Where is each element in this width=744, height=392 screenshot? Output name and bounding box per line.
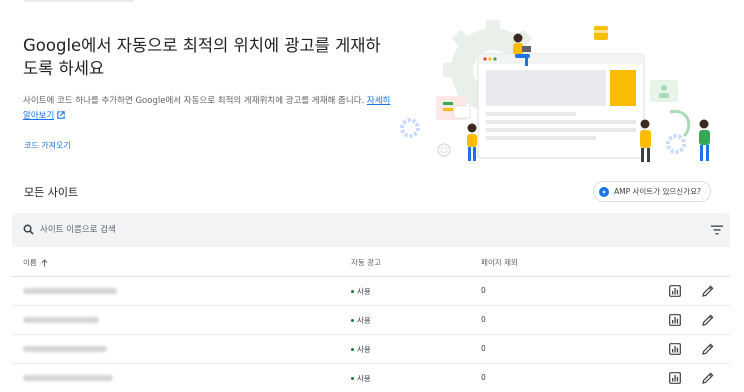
status-dot-icon <box>351 348 354 351</box>
bar-chart-icon[interactable] <box>669 314 681 326</box>
site-name-redacted <box>23 288 117 294</box>
sites-table-header: 이름 자동 광고 페이지 제외 <box>12 247 730 277</box>
page-title: Google에서 자동으로 최적의 위치에 광고를 게재하도록 하세요 <box>23 36 381 78</box>
person-left-illustration <box>467 123 477 161</box>
column-header-page-exclusions: 페이지 제외 <box>481 258 518 267</box>
page-exclusions-count: 0 <box>481 286 486 295</box>
status-label: 사용 <box>357 287 371 296</box>
page-exclusions-count: 0 <box>481 315 486 324</box>
amp-sites-chip[interactable]: AMP 사이트가 있으신가요? <box>593 181 711 202</box>
column-name-label: 이름 <box>23 258 37 267</box>
bar-chart-icon[interactable] <box>669 285 681 297</box>
page-exclusions-count: 0 <box>481 373 486 382</box>
amp-bolt-icon <box>599 186 609 197</box>
status-dot-icon <box>351 377 354 380</box>
site-name-redacted <box>23 375 113 381</box>
amp-chip-label: AMP 사이트가 있으신가요? <box>614 187 701 196</box>
auto-ads-status: 사용 <box>351 344 371 355</box>
browser-window-illustration <box>477 53 645 159</box>
site-row[interactable]: 사용 0 <box>12 364 730 392</box>
site-name-redacted <box>23 346 107 352</box>
auto-ads-status: 사용 <box>351 286 371 297</box>
pencil-icon[interactable] <box>702 372 714 384</box>
person-middle-illustration <box>640 119 651 162</box>
open-in-new-icon[interactable] <box>57 111 66 119</box>
hero-description-text: 사이트에 코드 하나를 추가하면 Google에서 자동으로 최적의 게재위치에… <box>23 96 365 106</box>
gift-box-illustration <box>594 26 608 40</box>
section-title: 모든 사이트 <box>24 186 79 199</box>
hero-description: 사이트에 코드 하나를 추가하면 Google에서 자동으로 최적의 게재위치에… <box>23 94 393 124</box>
hero-illustration <box>400 20 710 162</box>
arrow-up-icon <box>41 258 48 266</box>
site-row[interactable]: 사용 0 <box>12 277 730 306</box>
site-name-redacted <box>23 317 99 323</box>
bar-chart-icon[interactable] <box>669 372 681 384</box>
site-search-input[interactable] <box>40 221 600 239</box>
status-label: 사용 <box>357 345 371 354</box>
pencil-icon[interactable] <box>702 285 714 297</box>
auto-ads-status: 사용 <box>351 315 371 326</box>
filter-icon[interactable] <box>711 225 723 235</box>
get-code-button[interactable]: 코드 가져오기 <box>24 140 71 151</box>
page-exclusions-count: 0 <box>481 344 486 353</box>
person-right-illustration <box>699 119 710 161</box>
pencil-icon[interactable] <box>702 343 714 355</box>
column-header-name[interactable]: 이름 <box>23 257 48 268</box>
status-dot-icon <box>351 290 354 293</box>
site-row[interactable]: 사용 0 <box>12 335 730 364</box>
pencil-icon[interactable] <box>702 314 714 326</box>
status-dot-icon <box>351 319 354 322</box>
site-search-bar <box>12 213 730 247</box>
column-header-auto-ads: 자동 광고 <box>351 258 381 267</box>
status-label: 사용 <box>357 316 371 325</box>
auto-ads-status: 사용 <box>351 373 371 384</box>
bar-chart-icon[interactable] <box>669 343 681 355</box>
search-icon <box>23 224 34 235</box>
status-label: 사용 <box>357 374 371 383</box>
top-scroll-remnant <box>24 0 134 2</box>
site-row[interactable]: 사용 0 <box>12 306 730 335</box>
